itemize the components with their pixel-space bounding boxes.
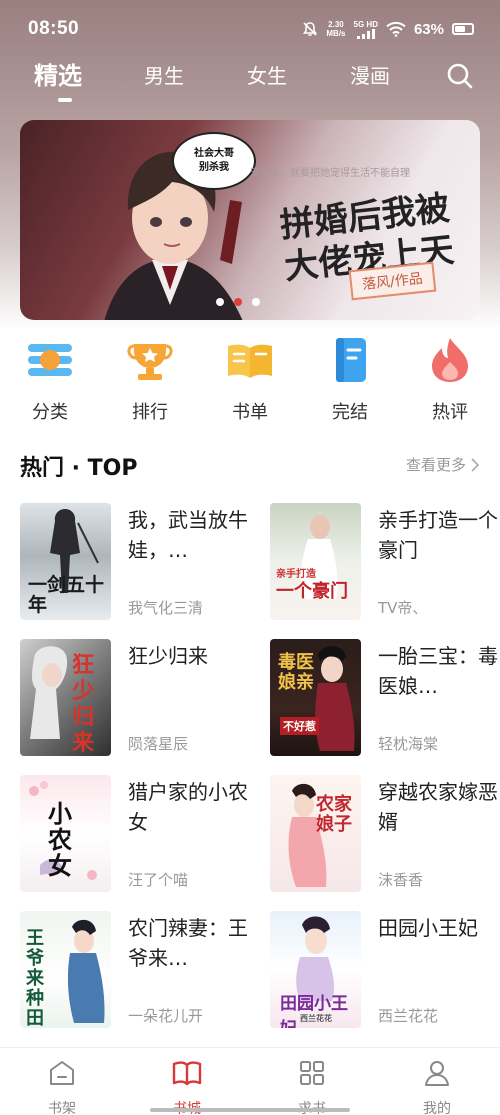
category-classify[interactable]: 分类 [10,336,90,424]
tab-female[interactable]: 女生 [247,60,287,89]
book-card[interactable]: 亲手打造 一个豪门 亲手打造一个豪门 TV帝、 [270,503,500,623]
network-speed: 2.30 MB/s [326,20,346,38]
speech-bubble: 社会大哥 别杀我 [172,132,256,190]
carousel-dot[interactable] [252,298,260,306]
profile-icon [425,1061,449,1086]
book-author: 一朵花儿开 [128,1007,204,1025]
promo-banner[interactable]: 社会大哥 别杀我 宠女人，就要把她宠得生活不能自理 拼婚后我被 大佬宠上天 落风… [20,120,480,320]
bottom-nav: 书架 书城 求书 我的 [0,1047,500,1115]
active-tab-indicator [58,98,72,102]
bottom-tab-profile[interactable]: 我的 [397,1058,477,1115]
wifi-icon [386,21,406,37]
signal-bars-icon [356,28,375,39]
book-author: 汪了个喵 [128,871,189,889]
battery-icon [452,23,474,35]
book-title: 我，武当放牛娃，… [128,508,248,562]
bottom-tab-bookstore[interactable]: 书城 [147,1058,227,1115]
book-cover: 狂少归来 [20,639,111,756]
tab-male[interactable]: 男生 [144,60,184,89]
bottom-tab-bookshelf[interactable]: 书架 [22,1058,102,1115]
section-header: 热门 · TOP 查看更多 [20,450,480,481]
home-indicator [150,1108,350,1112]
section-title: 热门 · TOP [20,456,138,481]
see-more-link[interactable]: 查看更多 [406,454,480,475]
finished-book-icon [336,338,366,382]
book-title: 一胎三宝：毒医娘… [378,644,498,698]
tab-featured[interactable]: 精选 [34,56,82,91]
book-author: TV帝、 [378,599,428,617]
bookshelf-icon [50,1061,74,1085]
carousel-dot-active[interactable] [234,298,242,306]
book-card[interactable]: 毒医娘亲 不好惹 一胎三宝：毒医娘… 轻枕海棠 [270,639,500,759]
book-title: 田园小王妃 [378,916,478,940]
book-author: 轻枕海棠 [378,735,439,753]
status-icons: 2.30 MB/s 5G HD 63% [302,16,474,42]
book-cover: 亲手打造 一个豪门 [270,503,361,620]
open-book-icon [228,344,272,378]
book-author: 沫香香 [378,871,424,889]
banner-tagline: 宠女人，就要把她宠得生活不能自理 [250,168,410,179]
book-cover: 小农女 [20,775,111,892]
book-card[interactable]: 一剑五十年 我，武当放牛娃，… 我气化三清 [20,503,250,623]
carousel-dot[interactable] [216,298,224,306]
battery-percent: 63% [413,20,444,38]
request-grid-icon [300,1061,324,1085]
book-author: 我气化三清 [128,599,204,617]
category-shortcuts: 分类 排行 书单 完结 热评 [0,330,500,430]
category-finished[interactable]: 完结 [310,336,390,424]
top-nav-tabs: 精选 男生 女生 漫画 [0,56,500,110]
bookstore-icon [172,1061,202,1086]
book-title: 狂少归来 [128,644,208,668]
book-cover: 毒医娘亲 不好惹 [270,639,361,756]
book-cover: 王爷来种田 [20,911,111,1028]
book-author: 西兰花花 [378,1007,439,1025]
bottom-tab-request[interactable]: 求书 [272,1058,352,1115]
book-card[interactable]: 农家娘子 穿越农家嫁恶婿 沫香香 [270,775,500,895]
category-ranking[interactable]: 排行 [110,336,190,424]
chevron-right-icon [471,457,480,472]
tab-comics[interactable]: 漫画 [350,60,390,89]
book-card[interactable]: 王爷来种田 农门辣妻：王爷来… 一朵花儿开 [20,911,250,1031]
book-card[interactable]: 狂少归来 狂少归来 陨落星辰 [20,639,250,759]
category-hot-reviews[interactable]: 热评 [410,336,490,424]
book-cover: 农家娘子 [270,775,361,892]
status-bar: 08:50 2.30 MB/s 5G HD 63% [0,0,500,56]
book-title: 亲手打造一个豪门 [378,508,498,562]
search-icon[interactable] [446,62,474,90]
book-title: 猎户家的小农女 [128,780,248,834]
category-booklist[interactable]: 书单 [210,336,290,424]
book-title: 农门辣妻：王爷来… [128,916,248,970]
book-card[interactable]: 田园小王妃 西兰花花 田园小王妃 西兰花花 [270,911,500,1031]
category-icon [28,344,72,376]
signal-5g: 5G HD [354,20,378,39]
book-cover: 田园小王妃 西兰花花 [270,911,361,1028]
book-title: 穿越农家嫁恶婿 [378,780,498,834]
trophy-icon [127,344,173,380]
book-author: 陨落星辰 [128,735,189,753]
mute-icon [303,22,318,36]
book-cover: 一剑五十年 [20,503,111,620]
book-card[interactable]: 小农女 猎户家的小农女 汪了个喵 [20,775,250,895]
flame-icon [432,338,468,382]
carousel-dots [216,298,260,306]
status-time: 08:50 [28,18,80,39]
